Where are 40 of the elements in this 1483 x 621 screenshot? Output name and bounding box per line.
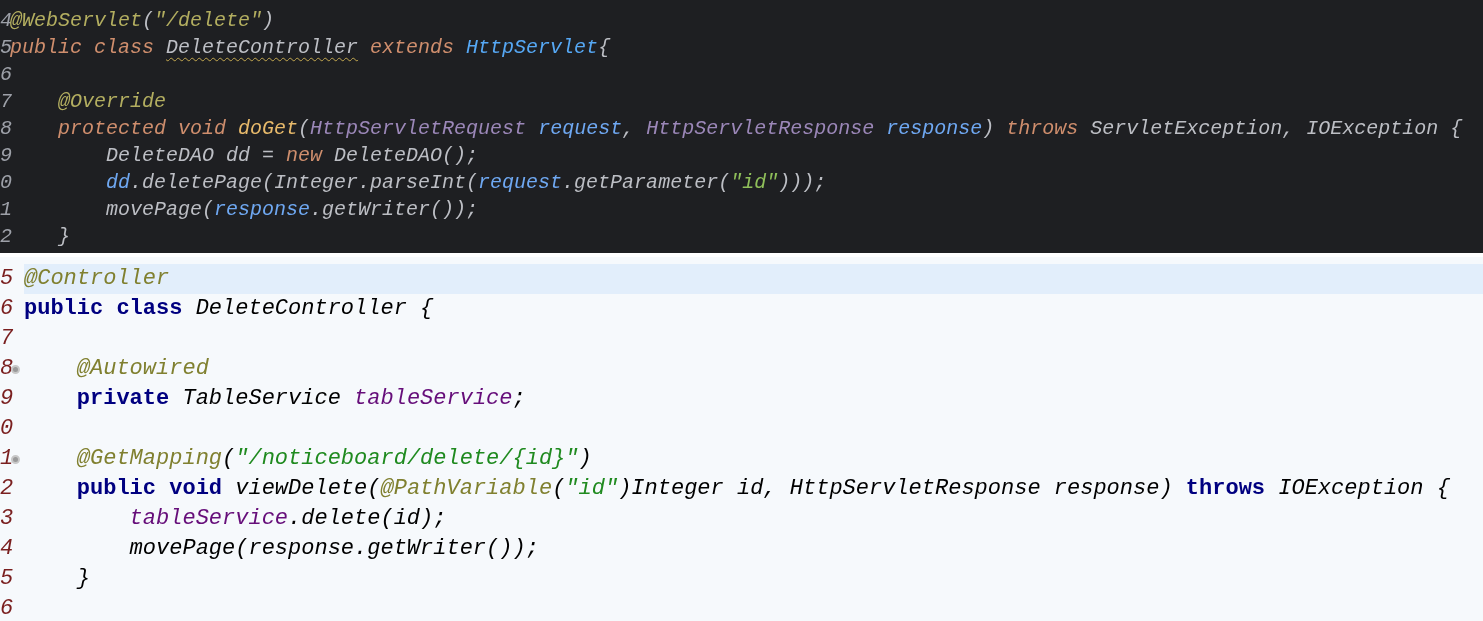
line-number: 1	[0, 197, 10, 223]
code-line: @Controller	[24, 266, 170, 291]
code-line: @Override	[57, 90, 167, 113]
line-number: 3	[0, 505, 12, 533]
code-line: @Autowired	[75, 356, 209, 381]
code-line: private TableService tableService;	[75, 386, 526, 411]
line-number: 0	[0, 415, 12, 443]
code-line: }	[57, 225, 70, 248]
fold-marker-icon[interactable]	[11, 454, 20, 464]
code-line: public class DeleteController extends HttpServlet{	[10, 36, 611, 59]
code-line: DeleteDAO dd = new DeleteDAO();	[105, 144, 479, 167]
code-line: dd.deletePage(Integer.parseInt(request.getParameter("id")));	[105, 171, 827, 194]
line-number: 9	[0, 385, 12, 413]
line-number: 6	[0, 595, 12, 621]
line-number: 5	[0, 565, 12, 593]
line-number: 8	[0, 355, 12, 383]
line-number: 2	[0, 475, 12, 503]
code-line: public void viewDelete(@PathVariable("id")Integer id, HttpServletResponse response) throws IOException {	[75, 476, 1450, 501]
line-number: 6	[0, 62, 10, 88]
code-line: @GetMapping("/noticeboard/delete/{id}")	[75, 446, 592, 471]
line-number: 1	[0, 445, 12, 473]
line-number: 4	[0, 535, 12, 563]
code-line: movePage(response.getWriter());	[105, 198, 479, 221]
line-number: 5	[0, 265, 12, 293]
line-number: 5	[0, 35, 10, 61]
line-number: 9	[0, 143, 10, 169]
line-number: 0	[0, 170, 10, 196]
line-number: 2	[0, 224, 10, 250]
line-number: 7	[0, 89, 10, 115]
code-line: public class DeleteController {	[24, 296, 434, 321]
code-line: }	[75, 566, 90, 591]
code-line: @WebServlet("/delete")	[10, 9, 275, 32]
line-number: 7	[0, 325, 12, 353]
line-number: 6	[0, 295, 12, 323]
fold-marker-icon[interactable]	[11, 364, 20, 374]
code-line: movePage(response.getWriter());	[128, 536, 539, 561]
code-line: tableService.delete(id);	[128, 506, 447, 531]
line-number: 4	[0, 8, 10, 34]
line-number: 8	[0, 116, 10, 142]
code-line: protected void doGet(HttpServletRequest request, HttpServletResponse response) throws ServletException, IOException {	[57, 117, 1463, 140]
